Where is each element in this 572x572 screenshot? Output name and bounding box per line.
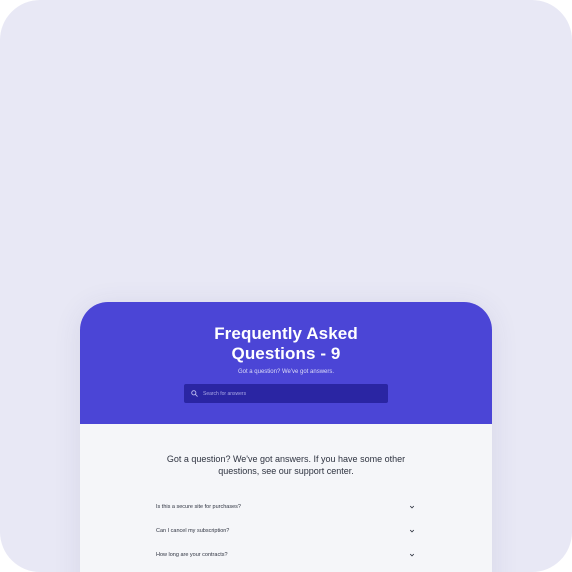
intro-text: Got a question? We've got answers. If yo…	[166, 454, 406, 476]
search-input[interactable]	[203, 390, 383, 397]
faq-question: Is this a secure site for purchases?	[156, 504, 241, 510]
page-title: Frequently Asked Questions - 9	[214, 324, 358, 363]
faq-item[interactable]: Can I cancel my subscription?	[156, 519, 415, 543]
faq-item[interactable]: How long are your contracts?	[156, 543, 415, 567]
search-icon	[188, 388, 200, 400]
faq-list: Is this a secure site for purchases? Can…	[156, 495, 415, 567]
page-subtitle: Got a question? We've got answers.	[237, 369, 335, 375]
faq-question: Can I cancel my subscription?	[156, 528, 230, 534]
faq-item[interactable]: Is this a secure site for purchases?	[156, 495, 415, 519]
faq-hero: Frequently Asked Questions - 9 Got a que…	[80, 302, 492, 424]
chevron-down-icon	[409, 528, 415, 534]
chevron-down-icon	[409, 504, 415, 510]
preview-frame: Frequently Asked Questions - 9 Got a que…	[0, 0, 572, 572]
chevron-down-icon	[409, 552, 415, 558]
search-bar[interactable]	[184, 384, 388, 403]
faq-question: How long are your contracts?	[156, 552, 228, 558]
faq-card: Frequently Asked Questions - 9 Got a que…	[80, 302, 492, 572]
